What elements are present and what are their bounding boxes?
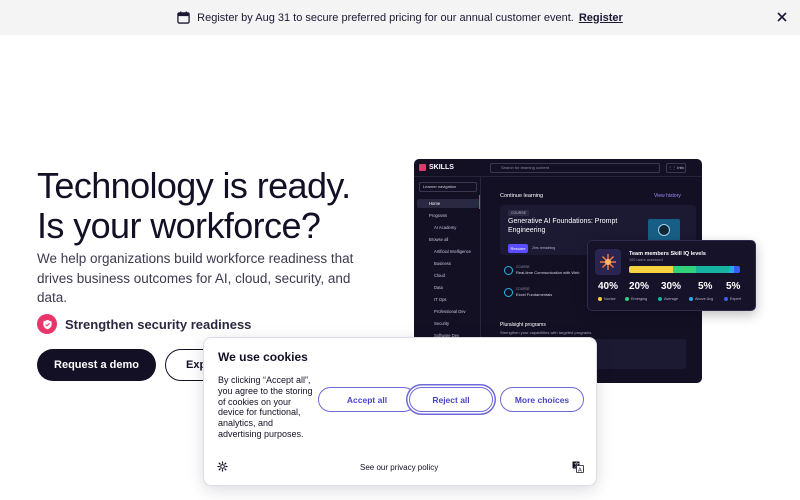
mock-topbar: SKILLS Search for learning content ⋮⋮ In…	[414, 159, 702, 177]
feature-label: Strengthen security readiness	[65, 316, 252, 332]
skill-iq-bar	[629, 266, 740, 273]
mock-nav-security: Security	[434, 321, 450, 326]
mock-view-history: View history	[654, 193, 681, 199]
skill-pct-average: 30%	[661, 281, 682, 292]
more-choices-button[interactable]: More choices	[500, 387, 584, 412]
close-icon[interactable]	[774, 9, 790, 25]
hero-title: Technology is ready. Is your workforce?	[37, 166, 351, 246]
skill-bar-segment-expert	[734, 266, 740, 273]
reject-all-button[interactable]: Reject all	[409, 387, 493, 412]
skill-bar-segment-novice	[629, 266, 674, 273]
mock-nav-profdev: Professional Dev	[434, 309, 466, 314]
request-demo-button[interactable]: Request a demo	[37, 349, 156, 381]
skill-pct-expert: 5%	[726, 281, 741, 292]
mock-programs-subtitle: Strengthen your capabilities with target…	[500, 330, 592, 335]
skill-legend-emerging: Emerging	[625, 297, 647, 301]
skill-legend-above-avg: Above Avg	[689, 297, 713, 301]
mock-course-thumbnail	[648, 219, 680, 241]
cookie-body: By clicking “Accept all”, you agree to t…	[218, 375, 313, 439]
hero-title-line1: Technology is ready.	[37, 165, 351, 206]
mock-nav-programs: Programs	[429, 213, 448, 218]
course-icon	[504, 288, 513, 297]
mock-course-tag: COURSE	[508, 210, 529, 216]
register-link[interactable]: Register	[579, 12, 623, 24]
mock-nav-header: Learner navigation	[419, 182, 477, 192]
mock-nav-itops: IT Ops	[434, 297, 447, 302]
mock-nav-home: Home	[417, 199, 479, 208]
mock-logo: SKILLS	[419, 164, 454, 171]
mock-nav-ai-academy: AI Academy	[434, 225, 457, 230]
mock-course-name: Generative AI Foundations: Prompt Engine…	[508, 218, 618, 234]
hero-title-line2: Is your workforce?	[37, 205, 321, 246]
hero-subtitle: We help organizations build workforce re…	[37, 251, 354, 305]
accept-all-button[interactable]: Accept all	[318, 387, 416, 412]
mock-nav-browse: Browse all	[429, 237, 449, 242]
mock-nav-business: Business	[434, 261, 451, 266]
mock-programs-title: Pluralsight programs	[500, 322, 546, 328]
skill-iq-subtitle: 100 users assessed	[629, 258, 663, 262]
skill-legend-average: Average	[658, 297, 678, 301]
mock-nav-ai: Artificial Intelligence	[434, 249, 472, 254]
mock-search: Search for learning content	[490, 163, 660, 173]
course-icon	[504, 266, 513, 275]
skill-iq-title: Team members Skill IQ levels	[629, 251, 706, 257]
play-icon	[658, 224, 670, 236]
mock-active-indicator	[479, 195, 480, 209]
mock-nav-data: Data	[434, 285, 443, 290]
feature-item: Strengthen security readiness	[37, 314, 251, 334]
mock-resume-button: Resume	[508, 244, 528, 253]
shield-icon	[37, 314, 57, 334]
mock-continue-learning: Continue learning	[500, 193, 544, 199]
announcement-banner: Register by Aug 31 to secure preferred p…	[0, 0, 800, 35]
skill-bar-segment-emerging	[673, 266, 696, 273]
skill-legend-novice: Novice	[598, 297, 616, 301]
calendar-icon	[177, 11, 190, 24]
svg-text:A: A	[578, 468, 582, 474]
skill-legend-expert: Expert	[724, 297, 741, 301]
mock-grid-button: ⋮⋮ Info	[666, 163, 686, 173]
mock-remaining: 2hrs remaining	[532, 246, 556, 250]
skill-iq-card: Team members Skill IQ levels 100 users a…	[587, 240, 756, 311]
skill-pct-above-avg: 5%	[698, 281, 713, 292]
banner-text: Register by Aug 31 to secure preferred p…	[197, 11, 574, 24]
skill-bar-segment-average	[695, 266, 729, 273]
skill-pct-emerging: 20%	[629, 281, 650, 292]
gear-icon[interactable]	[217, 461, 228, 472]
privacy-policy-link[interactable]: See our privacy policy	[360, 463, 438, 472]
skill-iq-icon	[595, 249, 621, 275]
translate-icon[interactable]: 文 A	[572, 461, 584, 473]
cookie-title: We use cookies	[218, 350, 308, 364]
cookie-consent-dialog: We use cookies By clicking “Accept all”,…	[203, 337, 597, 486]
skill-pct-novice: 40%	[598, 281, 619, 292]
mock-nav-cloud: Cloud	[434, 273, 445, 278]
